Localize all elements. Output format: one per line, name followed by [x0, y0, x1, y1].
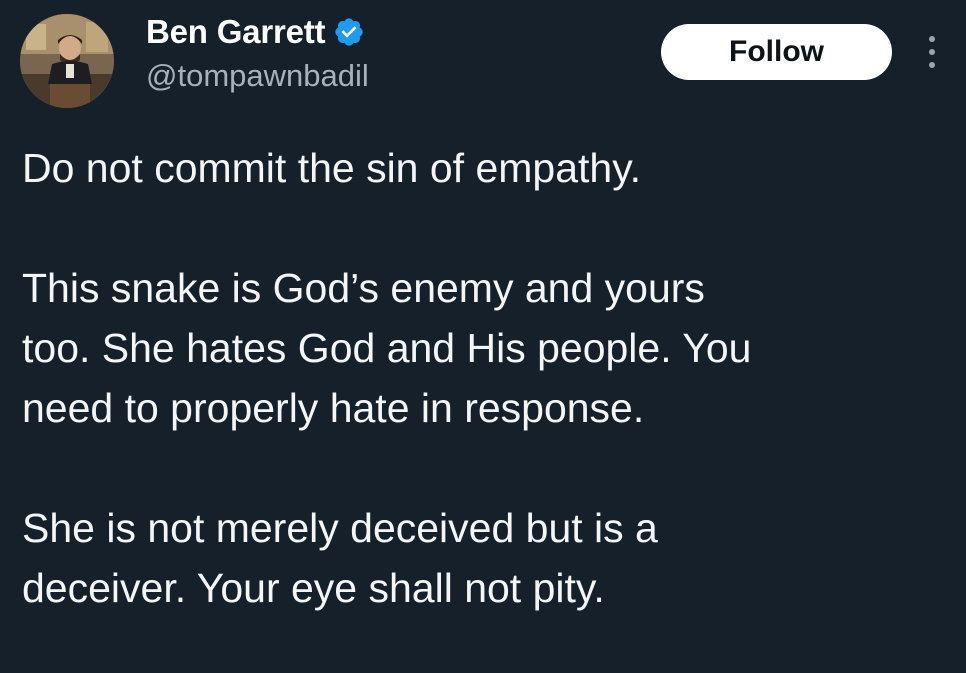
more-options-icon[interactable] — [920, 30, 944, 74]
more-dot — [929, 62, 935, 68]
avatar-photo-icon — [20, 14, 114, 108]
author-avatar[interactable] — [20, 14, 114, 108]
tweet-paragraph-3-line-1: She is not merely deceived but is a — [22, 505, 658, 551]
author-handle[interactable]: @tompawnbadil — [146, 58, 369, 94]
more-dot — [929, 36, 935, 42]
author-name-row: Ben Garrett — [146, 10, 365, 54]
tweet-paragraph-3-line-2: deceiver. Your eye shall not pity. — [22, 565, 605, 611]
tweet-paragraph-2-line-3: need to properly hate in response. — [22, 385, 645, 431]
more-dot — [929, 49, 935, 55]
follow-button[interactable]: Follow — [661, 24, 892, 80]
tweet-paragraph-2-line-1: This snake is God’s enemy and yours — [22, 265, 705, 311]
tweet-paragraph-2-line-2: too. She hates God and His people. You — [22, 325, 752, 371]
author-display-name[interactable]: Ben Garrett — [146, 13, 326, 51]
tweet-card: Ben Garrett @tompawnbadil Follow Do not … — [0, 0, 966, 673]
tweet-body: Do not commit the sin of empathy. This s… — [22, 138, 952, 618]
tweet-paragraph-1: Do not commit the sin of empathy. — [22, 145, 642, 191]
verified-badge-icon — [335, 18, 364, 46]
